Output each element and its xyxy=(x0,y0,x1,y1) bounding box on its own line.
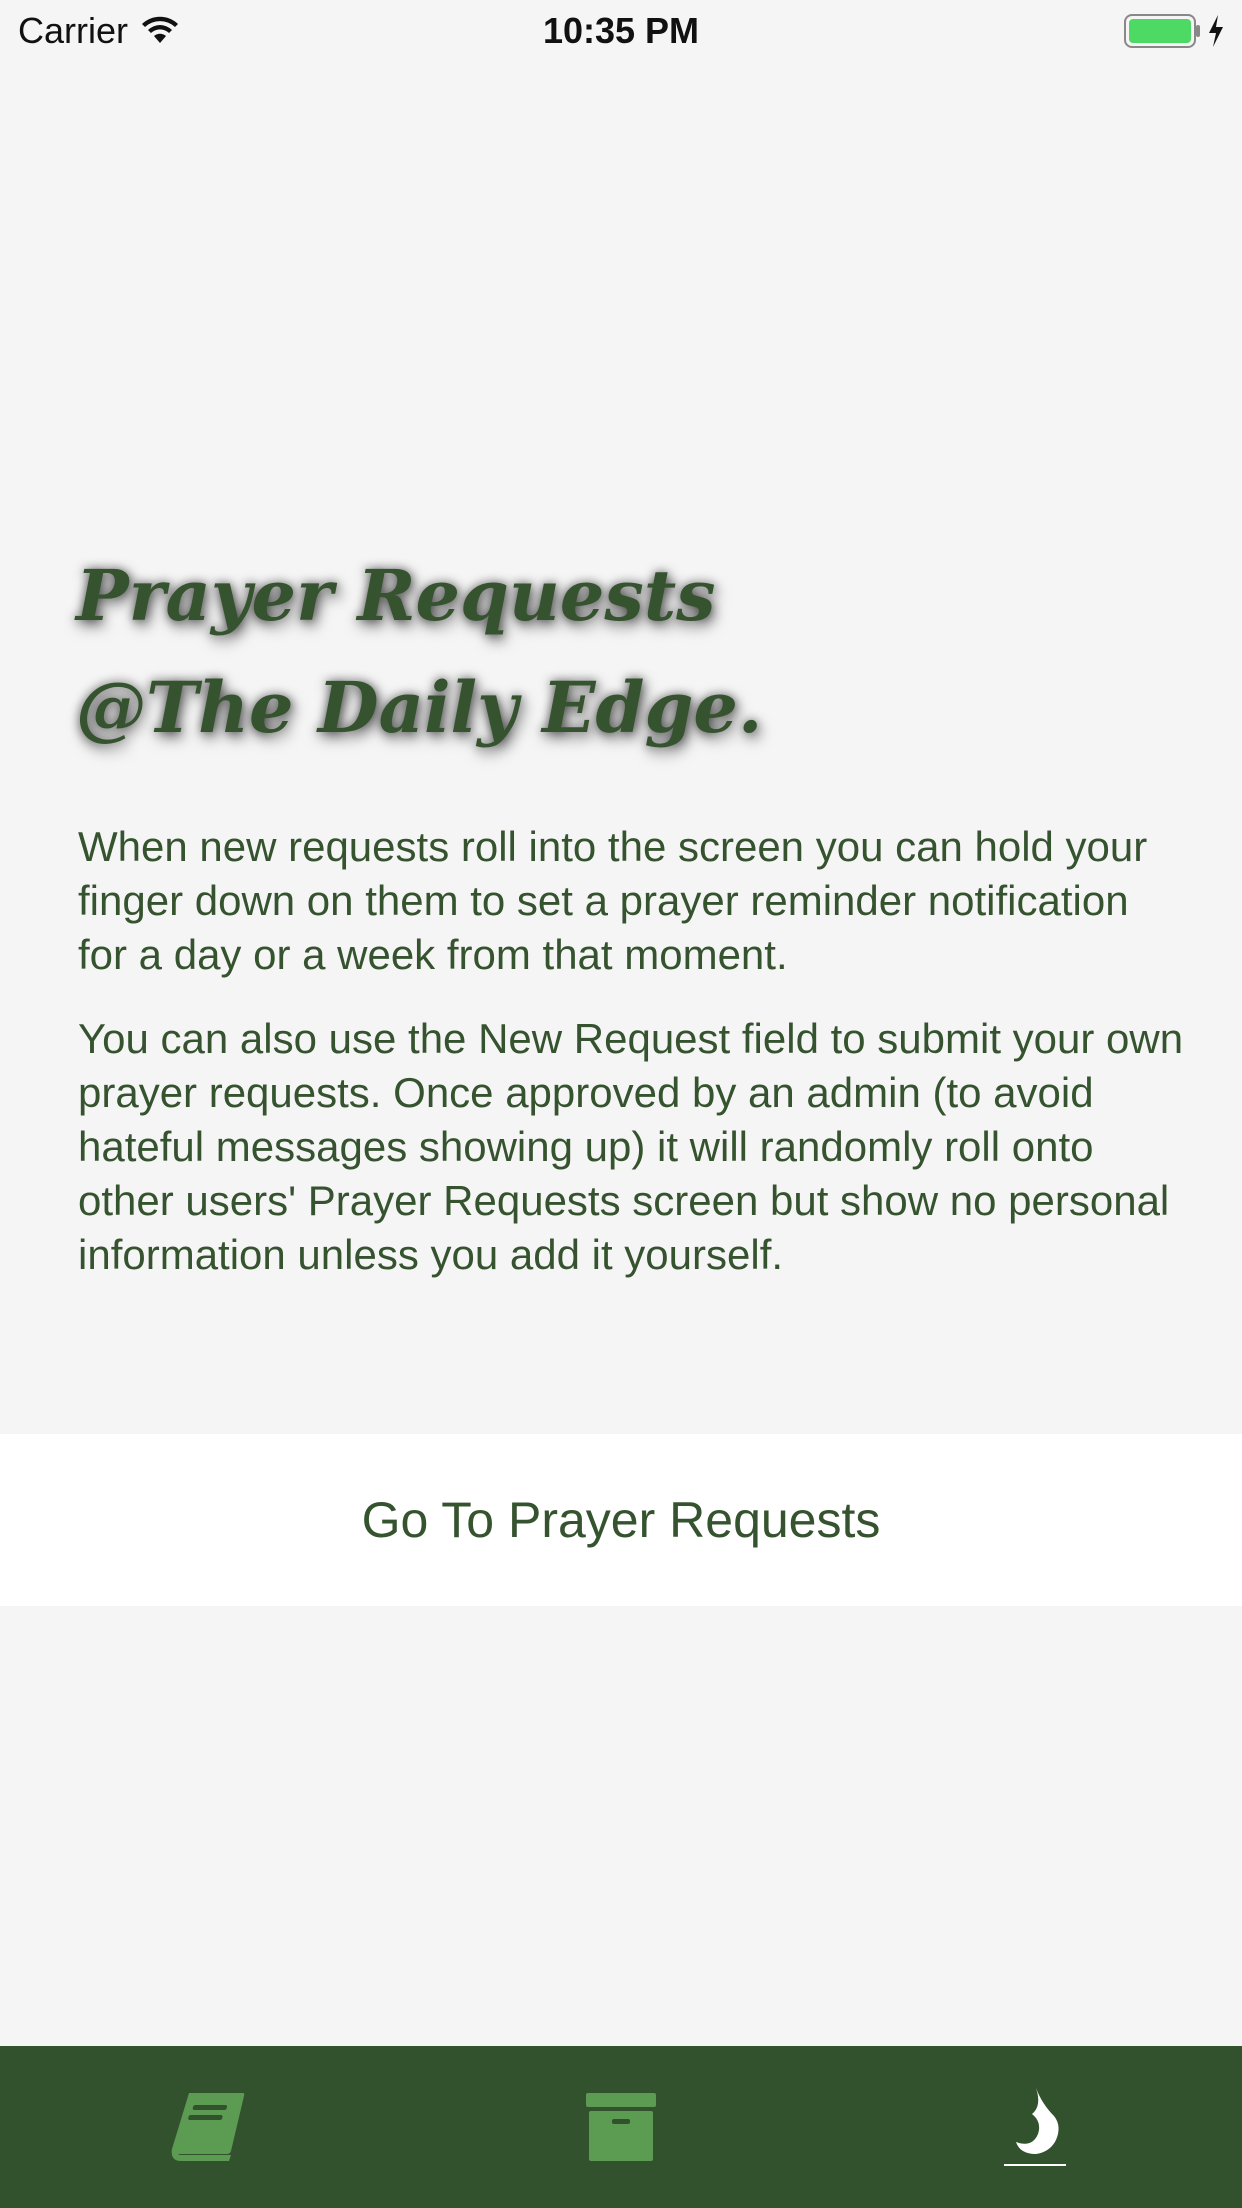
tab-bar xyxy=(0,2046,1242,2208)
go-to-prayer-requests-button[interactable]: Go To Prayer Requests xyxy=(0,1434,1242,1606)
instructions: When new requests roll into the screen y… xyxy=(78,820,1188,1312)
flame-icon xyxy=(1004,2088,1066,2166)
page-title: Prayer Requests @The Daily Edge. xyxy=(76,540,1166,764)
status-bar: Carrier 10:35 PM xyxy=(0,0,1242,60)
instructions-paragraph-1: When new requests roll into the screen y… xyxy=(78,823,1148,978)
tab-archive[interactable] xyxy=(521,2046,721,2208)
charging-bolt-icon xyxy=(1209,15,1223,47)
book-icon xyxy=(171,2093,245,2161)
archive-box-icon xyxy=(586,2093,656,2161)
battery-indicator xyxy=(1124,14,1226,48)
title-line-1: Prayer Requests xyxy=(76,554,716,637)
tab-prayer[interactable] xyxy=(935,2046,1135,2208)
go-to-prayer-requests-label: Go To Prayer Requests xyxy=(361,1492,881,1548)
title-line-2: @The Daily Edge. xyxy=(76,666,763,749)
instructions-paragraph-2: You can also use the New Request field t… xyxy=(78,1015,1184,1278)
status-time: 10:35 PM xyxy=(542,10,700,51)
battery-icon xyxy=(1124,14,1200,48)
tab-devotional[interactable] xyxy=(107,2046,307,2208)
